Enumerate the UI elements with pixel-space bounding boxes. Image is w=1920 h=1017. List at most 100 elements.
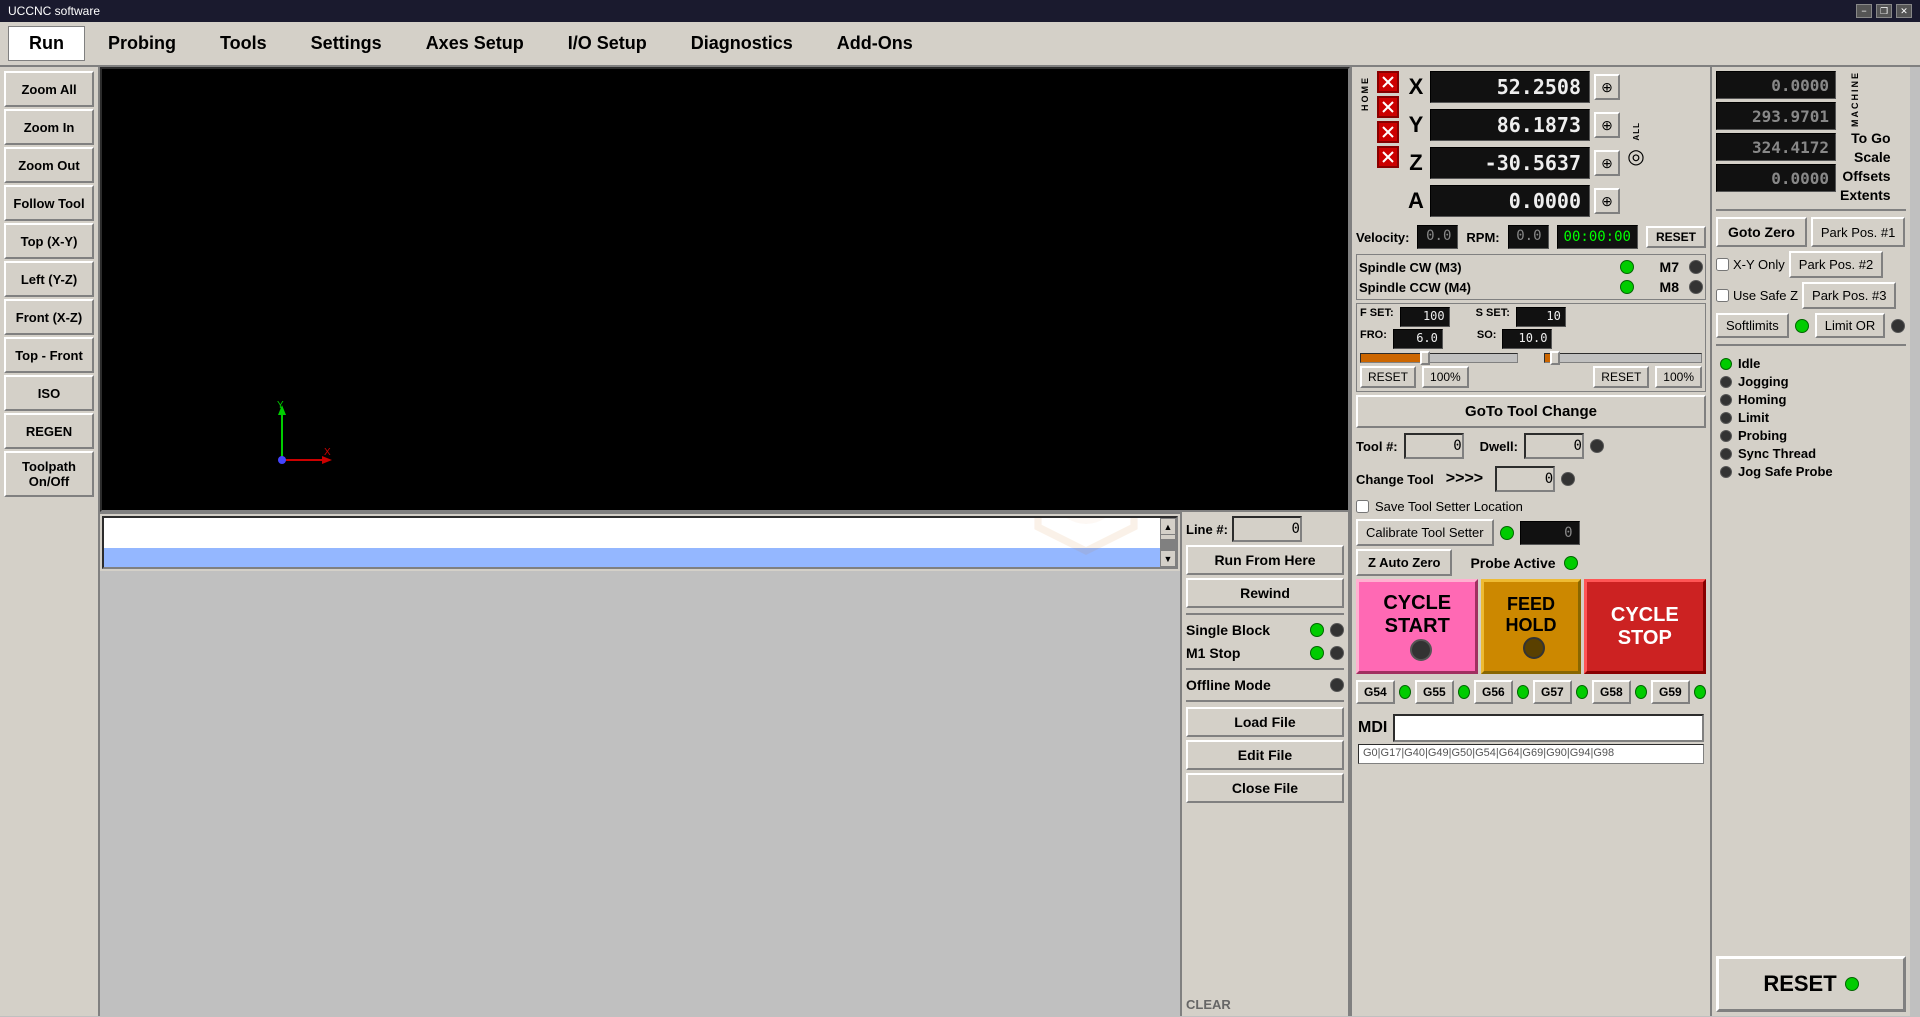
calibrate-tool-button[interactable]: Calibrate Tool Setter <box>1356 519 1494 546</box>
svg-text:Y: Y <box>277 400 284 411</box>
fro-100-button[interactable]: 100% <box>1422 366 1469 388</box>
goto-tool-change-button[interactable]: GoTo Tool Change <box>1356 395 1706 428</box>
feed-hold-button[interactable]: FEEDHOLD <box>1481 579 1580 674</box>
park-pos2-button[interactable]: Park Pos. #2 <box>1789 251 1883 278</box>
goto-zero-button[interactable]: Goto Zero <box>1716 217 1807 247</box>
a-jog-button[interactable]: ⊕ <box>1594 188 1620 214</box>
park-pos1-button[interactable]: Park Pos. #1 <box>1811 217 1905 247</box>
z-auto-zero-button[interactable]: Z Auto Zero <box>1356 549 1452 576</box>
spacer <box>1716 487 1906 952</box>
reset-button[interactable]: RESET <box>1716 956 1906 1012</box>
tool-number-input[interactable] <box>1404 433 1464 459</box>
g57-button[interactable]: G57 <box>1533 680 1572 704</box>
line-number-input[interactable] <box>1232 516 1302 542</box>
restore-button[interactable]: ❐ <box>1876 4 1892 18</box>
home-col: HOME <box>1356 71 1374 220</box>
g56-button[interactable]: G56 <box>1474 680 1513 704</box>
single-block-row: Single Block <box>1186 620 1344 640</box>
mdi-label: MDI <box>1358 719 1387 737</box>
cycle-start-button[interactable]: CYCLESTART <box>1356 579 1478 674</box>
park-pos3-button[interactable]: Park Pos. #3 <box>1802 282 1896 309</box>
top-xy-button[interactable]: Top (X-Y) <box>4 223 94 259</box>
g58-button[interactable]: G58 <box>1592 680 1631 704</box>
zoom-in-button[interactable]: Zoom In <box>4 109 94 145</box>
x-position-display: 52.2508 <box>1430 71 1590 103</box>
xy-only-checkbox[interactable] <box>1716 258 1729 271</box>
menu-io-setup[interactable]: I/O Setup <box>547 26 668 61</box>
limit-or-button[interactable]: Limit OR <box>1815 313 1886 338</box>
code-panel: ▲ ▼ <box>100 512 1180 571</box>
dwell-input[interactable] <box>1524 433 1584 459</box>
divider-status <box>1716 209 1906 211</box>
change-tool-input[interactable] <box>1495 466 1555 492</box>
use-safe-z-checkbox[interactable] <box>1716 289 1729 302</box>
follow-tool-button[interactable]: Follow Tool <box>4 185 94 221</box>
left-yz-button[interactable]: Left (Y-Z) <box>4 261 94 297</box>
x-jog-button[interactable]: ⊕ <box>1594 74 1620 100</box>
menu-settings[interactable]: Settings <box>290 26 403 61</box>
scroll-up-button[interactable]: ▲ <box>1161 519 1175 535</box>
menu-addons[interactable]: Add-Ons <box>816 26 934 61</box>
iso-button[interactable]: ISO <box>4 375 94 411</box>
top-front-button[interactable]: Top - Front <box>4 337 94 373</box>
code-scrollbar[interactable]: ▲ ▼ <box>1160 518 1176 567</box>
home-x-button[interactable] <box>1377 71 1399 93</box>
timer-reset-button[interactable]: RESET <box>1646 226 1706 248</box>
mdi-history-display: G0|G17|G40|G49|G50|G54|G64|G69|G90|G94|G… <box>1358 744 1704 764</box>
g59-button[interactable]: G59 <box>1651 680 1690 704</box>
close-button[interactable]: ✕ <box>1896 4 1912 18</box>
zoom-all-button[interactable]: Zoom All <box>4 71 94 107</box>
so-slider[interactable] <box>1544 353 1702 363</box>
home-z-button[interactable] <box>1377 121 1399 143</box>
g54-button[interactable]: G54 <box>1356 680 1395 704</box>
menu-axes-setup[interactable]: Axes Setup <box>405 26 545 61</box>
softlimits-row: Softlimits Limit OR <box>1716 313 1906 338</box>
svg-text:X: X <box>324 447 331 458</box>
main-container: Zoom All Zoom In Zoom Out Follow Tool To… <box>0 67 1920 1016</box>
g55-led <box>1458 685 1470 699</box>
scroll-down-button[interactable]: ▼ <box>1161 550 1175 566</box>
cycle-stop-button[interactable]: CYCLESTOP <box>1584 579 1706 674</box>
mdi-input-field[interactable] <box>1393 714 1704 742</box>
y-jog-button[interactable]: ⊕ <box>1594 112 1620 138</box>
use-safe-z-label: Use Safe Z <box>1733 288 1798 303</box>
load-file-button[interactable]: Load File <box>1186 707 1344 737</box>
so-reset-button[interactable]: RESET <box>1593 366 1649 388</box>
menu-probing[interactable]: Probing <box>87 26 197 61</box>
close-file-button[interactable]: Close File <box>1186 773 1344 803</box>
right-panels: HOME <box>1350 67 1920 1016</box>
softlimits-button[interactable]: Softlimits <box>1716 313 1789 338</box>
regen-button[interactable]: REGEN <box>4 413 94 449</box>
front-xz-button[interactable]: Front (X-Z) <box>4 299 94 335</box>
calibrate-value: 0 <box>1520 521 1580 545</box>
so-100-button[interactable]: 100% <box>1655 366 1702 388</box>
home-all-circle-button[interactable]: ◎ <box>1627 144 1644 169</box>
y-axis-label: Y <box>1406 112 1426 138</box>
spindle-ccw-row: Spindle CCW (M4) M8 <box>1359 277 1703 297</box>
zoom-out-button[interactable]: Zoom Out <box>4 147 94 183</box>
run-from-here-button[interactable]: Run From Here <box>1186 545 1344 575</box>
fro-slider-thumb[interactable] <box>1420 351 1430 365</box>
edit-file-button[interactable]: Edit File <box>1186 740 1344 770</box>
z-jog-button[interactable]: ⊕ <box>1594 150 1620 176</box>
home-buttons-col <box>1377 71 1403 220</box>
rewind-button[interactable]: Rewind <box>1186 578 1344 608</box>
g55-button[interactable]: G55 <box>1415 680 1454 704</box>
toolpath-button[interactable]: Toolpath On/Off <box>4 451 94 497</box>
fro-slider[interactable] <box>1360 353 1518 363</box>
so-slider-thumb[interactable] <box>1550 351 1560 365</box>
fro-reset-button[interactable]: RESET <box>1360 366 1416 388</box>
menu-tools[interactable]: Tools <box>199 26 288 61</box>
z-position-display: -30.5637 <box>1430 147 1590 179</box>
menu-diagnostics[interactable]: Diagnostics <box>670 26 814 61</box>
g54-led <box>1399 685 1411 699</box>
code-scroll-area[interactable]: ▲ ▼ <box>102 516 1178 569</box>
minimize-button[interactable]: − <box>1856 4 1872 18</box>
home-a-button[interactable] <box>1377 146 1399 168</box>
spindle-section: Spindle CW (M3) M7 Spindle CCW (M4) M8 <box>1356 254 1706 300</box>
save-tool-setter-checkbox[interactable] <box>1356 500 1369 513</box>
calibrate-led <box>1500 526 1514 540</box>
axes-values-col: X 52.2508 ⊕ Y 86.1873 ⊕ Z -30.5637 ⊕ <box>1406 71 1620 220</box>
menu-run[interactable]: Run <box>8 26 85 61</box>
home-y-button[interactable] <box>1377 96 1399 118</box>
